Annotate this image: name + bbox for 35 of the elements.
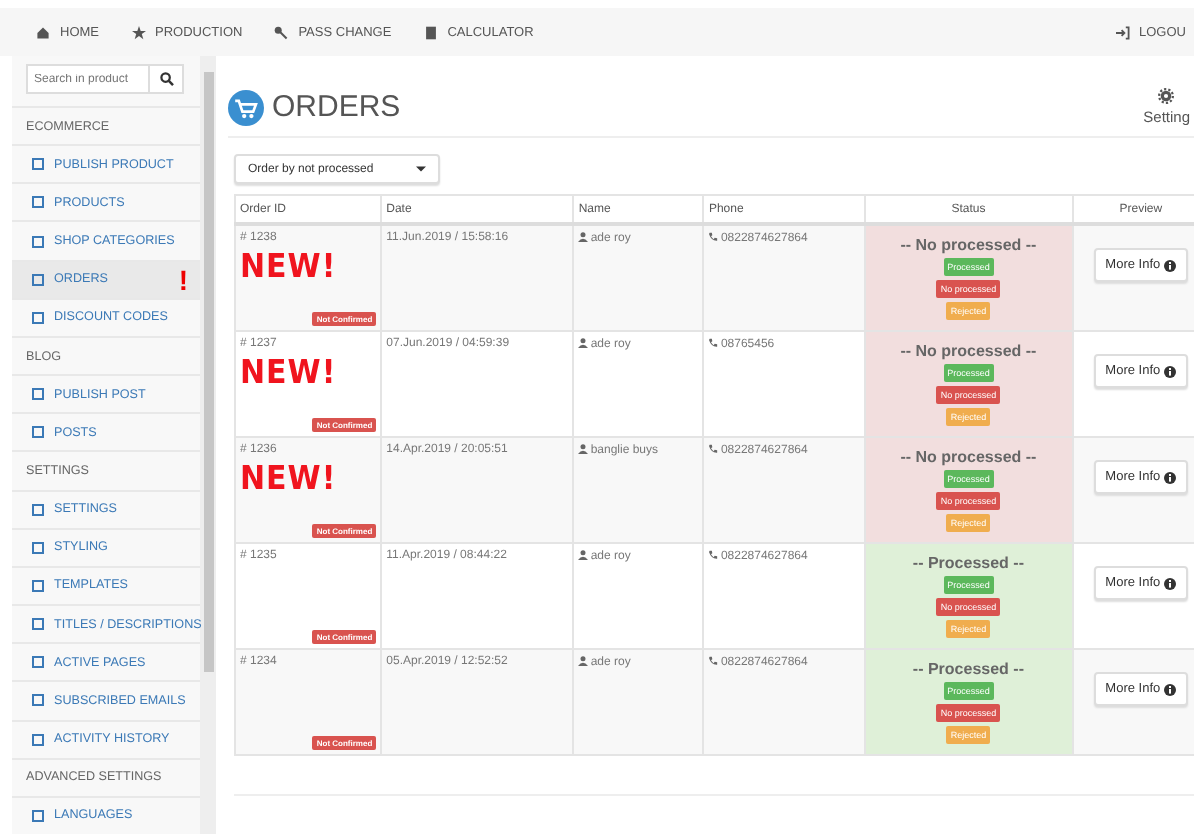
new-label: NEW! (240, 458, 337, 498)
person-icon (578, 550, 589, 560)
person-icon (578, 444, 589, 454)
page-title: ORDERS (272, 90, 401, 124)
new-label: NEW! (240, 246, 337, 286)
status-label: -- No processed -- (898, 448, 1039, 466)
person-icon (578, 338, 589, 348)
star-icon (131, 25, 145, 39)
phone-icon (708, 232, 719, 242)
person-icon (578, 656, 589, 666)
cart-icon (228, 90, 264, 126)
person-icon (578, 232, 589, 242)
phone-icon (708, 338, 719, 348)
phone-icon (708, 656, 719, 666)
status-label: -- No processed -- (898, 342, 1039, 360)
status-label: -- No processed -- (898, 236, 1039, 254)
scrollbar[interactable] (200, 56, 216, 834)
status-label: -- Processed -- (910, 554, 1026, 572)
search-icon (159, 72, 173, 86)
info-icon (1164, 365, 1177, 377)
info-icon (1164, 259, 1177, 271)
caret-icon (416, 166, 426, 172)
search-button[interactable] (150, 64, 184, 94)
info-icon (1164, 577, 1177, 589)
new-label: NEW! (240, 352, 337, 392)
exit-icon (1115, 25, 1130, 39)
house-icon (36, 25, 50, 39)
info-icon (1164, 471, 1177, 483)
info-icon (1164, 683, 1177, 695)
alert-mark: ! (178, 263, 188, 296)
key-icon (274, 25, 289, 39)
status-label: -- Processed -- (910, 660, 1026, 678)
phone-icon (708, 550, 719, 560)
phone-icon (708, 444, 719, 454)
settings-icon[interactable] (1158, 88, 1175, 104)
